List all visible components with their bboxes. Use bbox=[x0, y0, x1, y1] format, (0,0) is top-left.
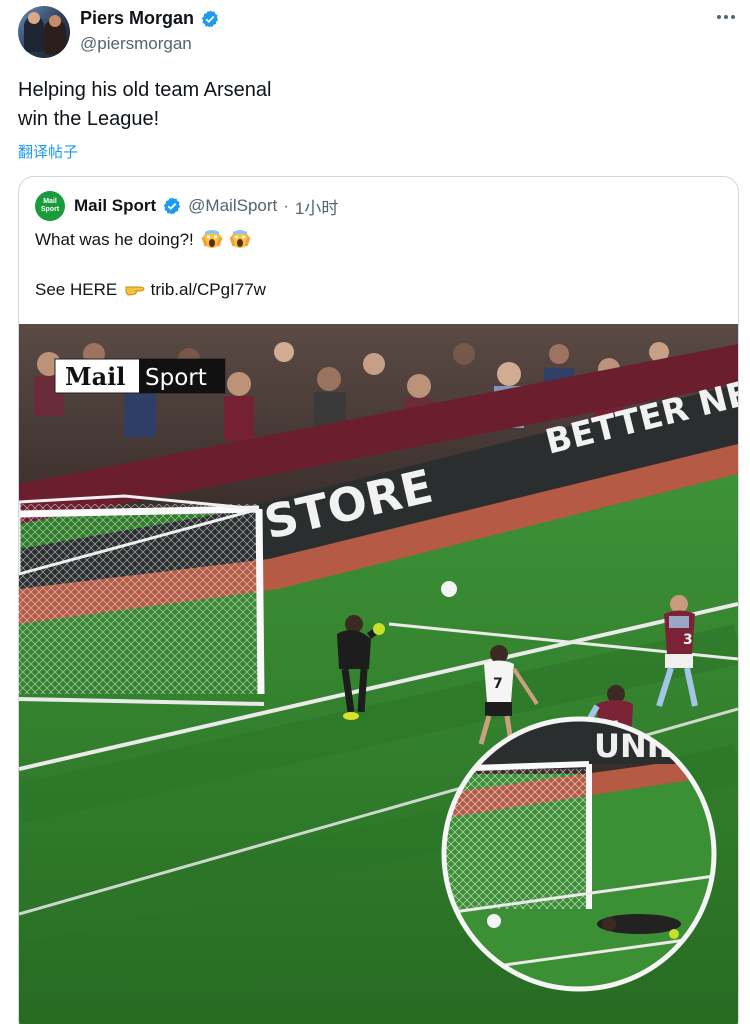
separator-dot: · bbox=[283, 196, 289, 215]
verified-badge-icon bbox=[201, 9, 219, 28]
screaming-face-icon bbox=[201, 230, 222, 248]
watermark-sport: Sport bbox=[145, 365, 207, 391]
player-number: 7 bbox=[493, 676, 503, 692]
video-media[interactable]: STORE BETTER NE Mail Sport 7 3 UNIB bbox=[19, 324, 738, 1024]
author-name[interactable]: Piers Morgan bbox=[80, 8, 194, 29]
author-handle[interactable]: @piersmorgan bbox=[80, 34, 192, 54]
quoted-text: What was he doing?! bbox=[35, 229, 251, 250]
quoted-author-name[interactable]: Mail Sport bbox=[74, 196, 156, 216]
screaming-face-icon bbox=[229, 230, 251, 248]
author-avatar[interactable] bbox=[18, 6, 70, 58]
player-number: 3 bbox=[683, 632, 693, 648]
quoted-author-handle: @MailSport bbox=[188, 196, 278, 215]
verified-badge-icon bbox=[164, 197, 181, 215]
more-options-icon[interactable] bbox=[714, 10, 738, 24]
mail-sport-logo[interactable]: Mail Sport bbox=[35, 191, 65, 221]
quoted-link-line: See HERE trib.al/CPgI77w bbox=[35, 280, 266, 299]
quoted-timestamp[interactable]: 1小时 bbox=[295, 194, 338, 219]
quoted-url-link[interactable]: trib.al/CPgI77w bbox=[151, 280, 266, 299]
quoted-tweet[interactable]: Mail Sport Mail Sport @MailSport · 1小时 Wh… bbox=[18, 176, 739, 1024]
author-name-row: Piers Morgan bbox=[80, 8, 220, 29]
tweet-text: Helping his old team Arsenal win the Lea… bbox=[18, 79, 272, 130]
translate-post-link[interactable]: 翻译帖子 bbox=[18, 141, 78, 162]
football-match-frame: STORE BETTER NE Mail Sport 7 3 UNIB bbox=[19, 324, 738, 1024]
pointing-hand-icon bbox=[125, 286, 145, 296]
watermark-mail: Mail bbox=[65, 362, 125, 391]
quoted-header: Mail Sport Mail Sport @MailSport · 1小时 bbox=[35, 191, 338, 221]
tweet-header: Piers Morgan @piersmorgan bbox=[18, 6, 738, 58]
